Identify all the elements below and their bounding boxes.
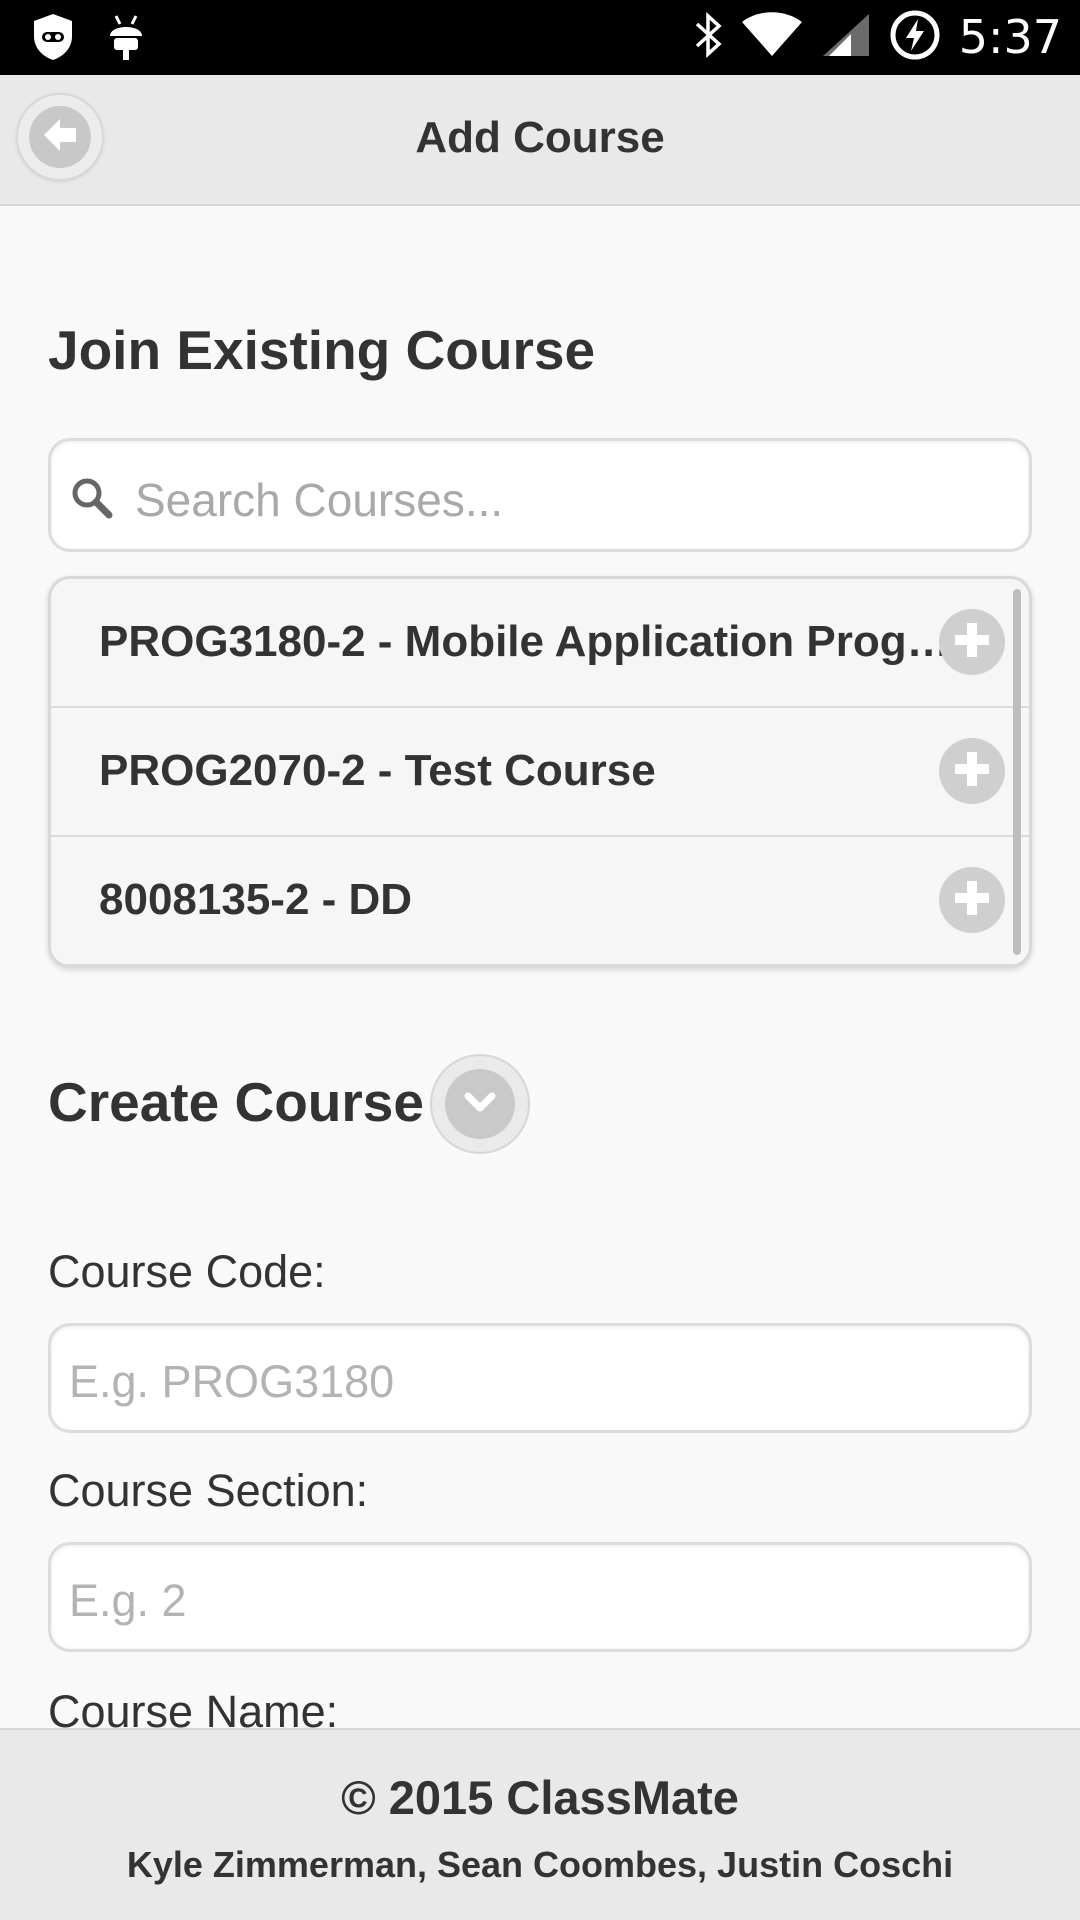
- privacy-shield-icon: [30, 12, 76, 67]
- list-item[interactable]: 8008135-2 - DD: [51, 837, 1029, 965]
- chevron-down-icon: [460, 1082, 500, 1127]
- clock-time: 5:37: [958, 10, 1062, 64]
- course-section-placeholder: E.g. 2: [69, 1575, 187, 1626]
- course-list: PROG3180-2 - Mobile Application Programm…: [48, 576, 1032, 968]
- footer-authors: Kyle Zimmerman, Sean Coombes, Justin Cos…: [126, 1844, 954, 1885]
- create-course-toggle-button[interactable]: [430, 1054, 530, 1154]
- footer-copyright: © 2015 ClassMate: [341, 1771, 739, 1824]
- course-label: PROG3180-2 - Mobile Application Programm…: [99, 617, 959, 666]
- add-course-button[interactable]: [939, 867, 1005, 933]
- search-placeholder: Search Courses...: [135, 474, 504, 526]
- course-section-label: Course Section:: [48, 1465, 369, 1516]
- course-code-input[interactable]: E.g. PROG3180: [48, 1323, 1032, 1433]
- search-courses-input[interactable]: Search Courses...: [48, 438, 1032, 552]
- bluetooth-icon: [693, 11, 723, 63]
- course-label: 8008135-2 - DD: [99, 875, 413, 924]
- battery-charging-icon: [889, 9, 941, 66]
- course-section-input[interactable]: E.g. 2: [48, 1542, 1032, 1652]
- create-section-title: Create Course: [48, 1071, 424, 1133]
- list-scrollbar[interactable]: [1013, 589, 1021, 955]
- plus-icon: [952, 878, 992, 923]
- list-item[interactable]: PROG3180-2 - Mobile Application Programm…: [51, 579, 1029, 708]
- list-item[interactable]: PROG2070-2 - Test Course: [51, 708, 1029, 837]
- android-icon: [106, 12, 146, 67]
- status-bar: 5:37: [0, 0, 1080, 75]
- app-header: Add Course: [0, 75, 1080, 206]
- page-title: Add Course: [415, 113, 665, 162]
- add-course-button[interactable]: [939, 738, 1005, 804]
- join-section-title: Join Existing Course: [48, 319, 596, 381]
- page-footer: © 2015 ClassMate Kyle Zimmerman, Sean Co…: [0, 1728, 1080, 1920]
- plus-icon: [952, 620, 992, 665]
- course-code-placeholder: E.g. PROG3180: [69, 1356, 395, 1407]
- course-label: PROG2070-2 - Test Course: [99, 746, 656, 795]
- search-icon: [69, 475, 115, 526]
- signal-icon: [821, 12, 871, 63]
- plus-icon: [952, 749, 992, 794]
- add-course-button[interactable]: [939, 609, 1005, 675]
- course-code-label: Course Code:: [48, 1246, 326, 1297]
- wifi-icon: [741, 11, 803, 63]
